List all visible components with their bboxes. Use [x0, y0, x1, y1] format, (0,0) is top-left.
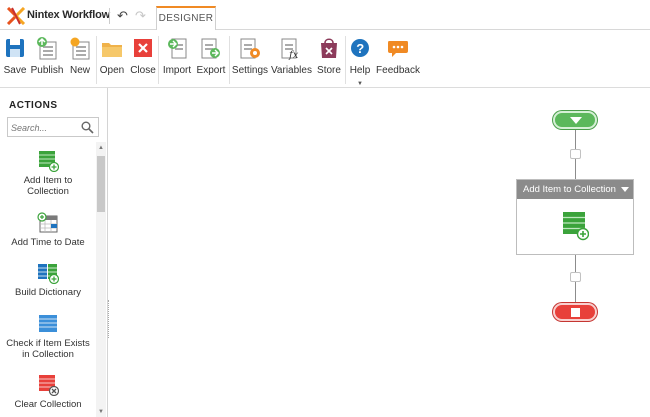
store-icon — [321, 38, 337, 58]
undo-icon[interactable]: ↶ — [117, 8, 128, 24]
store-button[interactable]: Store — [314, 34, 344, 86]
publish-label: Publish — [30, 65, 64, 76]
redo-icon[interactable]: ↷ — [135, 8, 146, 24]
action-item-check-item-exists[interactable]: Check if Item Exists in Collection — [4, 313, 92, 360]
store-label: Store — [317, 65, 341, 76]
ribbon-divider — [96, 36, 97, 84]
svg-text:?: ? — [356, 41, 364, 56]
help-icon: ? — [351, 39, 369, 57]
action-item-label: Add Time to Date — [11, 237, 85, 248]
add-item-to-collection-icon — [39, 151, 59, 172]
save-icon — [6, 39, 24, 57]
ribbon-toolbar: Save Publish New Open Close Import Expor… — [0, 30, 650, 88]
import-icon — [168, 38, 187, 59]
export-icon — [201, 38, 220, 59]
build-dictionary-icon — [38, 264, 59, 284]
app-name: Nintex Workflow — [27, 9, 110, 21]
action-item-label: Add Item to Collection — [23, 175, 73, 197]
publish-icon — [37, 37, 57, 60]
action-card-header[interactable]: Add Item to Collection — [517, 180, 633, 199]
folder-icon — [102, 43, 122, 57]
help-button[interactable]: ? Help ▼ — [348, 34, 372, 87]
open-button[interactable]: Open — [99, 34, 125, 86]
variables-label: Variables — [271, 65, 312, 76]
action-item-label: Check if Item Exists in Collection — [6, 338, 90, 360]
search-input[interactable] — [11, 120, 81, 135]
export-button[interactable]: Export — [195, 34, 227, 86]
action-item-label: Build Dictionary — [15, 287, 81, 298]
action-item-add-item-to-collection[interactable]: Add Item to Collection — [4, 150, 92, 197]
publish-button[interactable]: Publish — [30, 34, 64, 86]
action-item-add-time-to-date[interactable]: Add Time to Date — [4, 212, 92, 248]
close-icon — [134, 39, 152, 57]
drop-zone-connector[interactable] — [570, 272, 581, 282]
action-card-title: Add Item to Collection — [523, 184, 616, 195]
variables-button[interactable]: fx Variables — [271, 34, 312, 86]
save-label: Save — [3, 65, 27, 76]
drop-zone-connector[interactable] — [570, 149, 581, 159]
title-bar: Nintex Workflow ↶ ↷ DESIGNER — [0, 0, 650, 31]
action-card-add-item-to-collection[interactable]: Add Item to Collection — [516, 179, 634, 255]
close-button[interactable]: Close — [129, 34, 157, 86]
svg-text:fx: fx — [288, 50, 299, 60]
start-arrow-icon — [570, 117, 582, 124]
ribbon-divider — [345, 36, 346, 84]
search-box[interactable] — [7, 117, 99, 137]
new-button[interactable]: New — [67, 34, 93, 86]
stop-icon — [571, 308, 580, 317]
save-button[interactable]: Save — [3, 34, 27, 86]
new-icon — [70, 37, 90, 60]
nintex-logo-icon — [6, 7, 26, 25]
workflow-end-node[interactable] — [553, 303, 597, 321]
ribbon-divider — [158, 36, 159, 84]
settings-button[interactable]: Settings — [231, 34, 269, 86]
settings-label: Settings — [231, 65, 269, 76]
scroll-thumb[interactable] — [97, 156, 105, 212]
action-item-build-dictionary[interactable]: Build Dictionary — [4, 262, 92, 298]
add-time-to-date-icon — [37, 212, 58, 233]
scroll-up-icon[interactable]: ▲ — [96, 145, 106, 151]
ribbon-divider — [229, 36, 230, 84]
actions-title: ACTIONS — [9, 100, 58, 111]
import-label: Import — [162, 65, 192, 76]
actions-scrollbar[interactable]: ▲ ▼ — [96, 142, 106, 417]
settings-icon — [240, 38, 260, 59]
action-item-clear-collection[interactable]: Clear Collection — [4, 374, 92, 410]
clear-collection-icon — [39, 375, 59, 396]
titlebar-divider — [109, 8, 110, 24]
workflow-start-node[interactable] — [553, 111, 597, 129]
import-button[interactable]: Import — [161, 34, 193, 86]
action-item-label: Clear Collection — [14, 399, 82, 410]
help-label: Help — [349, 65, 371, 76]
add-item-to-collection-icon — [563, 212, 589, 241]
feedback-button[interactable]: Feedback — [376, 34, 420, 86]
feedback-icon — [388, 41, 408, 57]
chevron-down-icon[interactable] — [621, 187, 629, 192]
check-item-exists-icon — [39, 315, 57, 332]
new-label: New — [69, 65, 90, 76]
close-label: Close — [130, 65, 156, 76]
tab-designer[interactable]: DESIGNER — [156, 6, 216, 31]
export-label: Export — [196, 65, 226, 76]
open-label: Open — [99, 65, 125, 76]
chevron-down-icon[interactable]: ▼ — [357, 81, 363, 87]
variables-icon: fx — [281, 38, 299, 60]
scroll-down-icon[interactable]: ▼ — [96, 409, 106, 415]
search-icon[interactable] — [81, 121, 94, 134]
actions-panel: ACTIONS Add Item to Collection Add Time … — [0, 88, 108, 417]
feedback-label: Feedback — [376, 65, 420, 76]
